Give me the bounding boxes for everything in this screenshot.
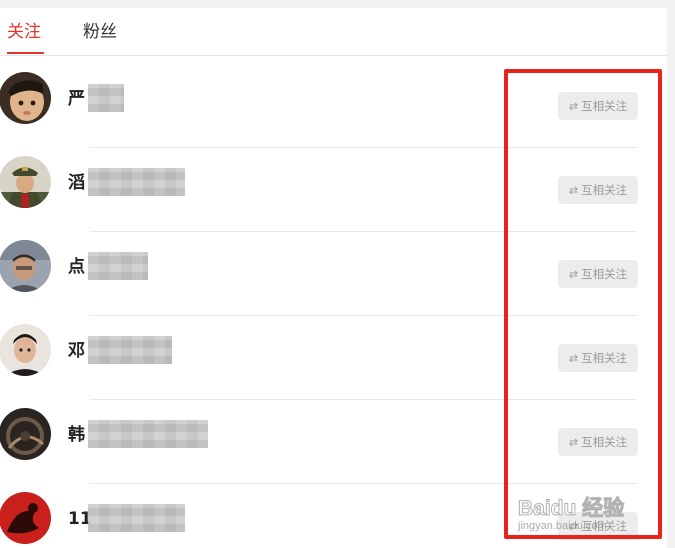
avatar[interactable] [0, 156, 51, 208]
user-name[interactable]: 邓 [68, 340, 85, 362]
blurred-name-mosaic [88, 420, 208, 448]
avatar[interactable] [0, 492, 51, 544]
car-interior-photo-icon [0, 408, 51, 460]
tab-fans[interactable]: 粉丝 [83, 21, 117, 43]
avatar[interactable] [0, 240, 51, 292]
man-photo-icon [0, 240, 51, 292]
soldier-photo-icon [0, 156, 51, 208]
blurred-name-mosaic [88, 504, 185, 532]
red-logo-icon [0, 492, 51, 544]
tab-following[interactable]: 关注 [7, 21, 41, 43]
blurred-name-mosaic [88, 336, 172, 364]
annotation-highlight-box [504, 69, 662, 539]
avatar[interactable] [0, 72, 51, 124]
user-name[interactable]: 点 [68, 256, 85, 278]
blurred-name-mosaic [88, 252, 148, 280]
child-photo-icon [0, 72, 51, 124]
blurred-name-mosaic [88, 84, 124, 112]
active-tab-indicator [7, 52, 44, 54]
user-name[interactable]: 严 [68, 88, 85, 110]
blurred-name-mosaic [88, 168, 185, 196]
avatar[interactable] [0, 408, 51, 460]
young-man-photo-icon [0, 324, 51, 376]
avatar[interactable] [0, 324, 51, 376]
tab-bar: 关注 粉丝 [0, 8, 667, 56]
user-name[interactable]: 滔 [68, 172, 85, 194]
user-name[interactable]: 韩 [68, 424, 85, 446]
